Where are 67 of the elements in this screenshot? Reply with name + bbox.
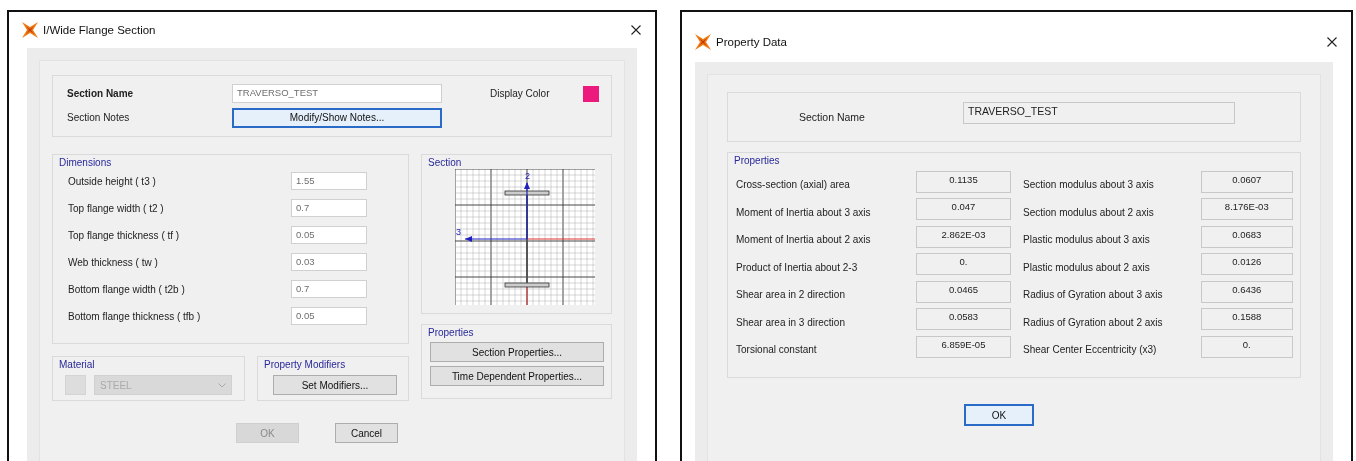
value-field: 0.1588 xyxy=(1200,308,1293,331)
button[interactable]: Time Dependent Properties... xyxy=(430,366,604,386)
label: Shear area in 2 direction xyxy=(736,288,846,301)
label: Shear Center Eccentricity (x3) xyxy=(1023,343,1158,356)
label: Top flange width ( t2 ) xyxy=(68,202,165,214)
label: Product of Inertia about 2-3 xyxy=(736,260,859,273)
value-field: 0.047 xyxy=(916,198,1011,221)
label: Web thickness ( tw ) xyxy=(68,256,159,268)
value-field: 0.6436 xyxy=(1200,280,1293,303)
label: Cross-section (axial) area xyxy=(736,178,851,191)
button[interactable]: Section Properties... xyxy=(430,342,604,362)
value-field: 0.1135 xyxy=(916,170,1011,193)
value-field: 2.862E-03 xyxy=(916,225,1011,248)
label: Moment of Inertia about 2 axis xyxy=(736,233,872,246)
label: Section modulus about 2 axis xyxy=(1023,205,1155,218)
close-icon[interactable] xyxy=(631,25,641,35)
app-logo-icon xyxy=(21,21,39,39)
label: Bottom flange thickness ( tfb ) xyxy=(68,310,202,322)
label: Outside height ( t3 ) xyxy=(68,175,157,187)
label: Top flange thickness ( tf ) xyxy=(68,229,181,241)
button[interactable]: Modify/Show Notes... xyxy=(232,107,442,128)
axis-label: 2 xyxy=(525,171,530,181)
window-title: I/Wide Flange Section xyxy=(43,24,156,36)
window-title: Property Data xyxy=(716,36,787,48)
value-field: 0. xyxy=(1200,335,1293,358)
button[interactable]: Cancel xyxy=(335,423,398,443)
label: Section modulus about 3 axis xyxy=(1023,178,1155,191)
axis-label: 3 xyxy=(456,227,461,237)
label: Section Notes xyxy=(67,112,131,124)
group-title: Properties xyxy=(427,326,474,338)
value-field: 0.0607 xyxy=(1200,170,1293,193)
value-field: 6.859E-05 xyxy=(916,335,1011,358)
label: Radius of Gyration about 3 axis xyxy=(1023,288,1164,301)
label: Plastic modulus about 2 axis xyxy=(1023,260,1151,273)
group-title: Properties xyxy=(733,154,781,166)
text-field[interactable]: 0.7 xyxy=(291,199,367,217)
text-field[interactable]: TRAVERSO_TEST xyxy=(232,84,442,104)
label: Plastic modulus about 3 axis xyxy=(1023,233,1151,246)
value-field: 0.0465 xyxy=(916,280,1011,303)
group-title: Dimensions xyxy=(58,156,113,168)
group-title: Material xyxy=(58,358,96,370)
label: Moment of Inertia about 3 axis xyxy=(736,205,872,218)
label: Section Name xyxy=(799,111,866,123)
text-field[interactable]: 1.55 xyxy=(291,172,367,190)
value-field: 0.0683 xyxy=(1200,225,1293,248)
button[interactable]: OK xyxy=(964,404,1034,426)
label: Shear area in 3 direction xyxy=(736,315,846,328)
value-field: 0. xyxy=(916,253,1011,276)
label: Bottom flange width ( t2b ) xyxy=(68,283,186,295)
label: Radius of Gyration about 2 axis xyxy=(1023,315,1164,328)
value-field: 8.176E-03 xyxy=(1200,198,1293,221)
text-field[interactable]: 0.05 xyxy=(291,307,367,325)
close-icon[interactable] xyxy=(1327,37,1337,47)
text-field[interactable]: 0.05 xyxy=(291,226,367,244)
label: Display Color xyxy=(490,88,551,100)
button[interactable]: Set Modifiers... xyxy=(273,375,397,395)
value-field: 0.0583 xyxy=(916,308,1011,331)
color-swatch[interactable] xyxy=(583,85,599,102)
text-field[interactable]: 0.7 xyxy=(291,280,367,298)
group-title: Property Modifiers xyxy=(263,358,347,370)
app-logo-icon xyxy=(694,33,712,51)
caret-icon xyxy=(218,382,226,388)
group-title: Section xyxy=(427,156,463,168)
label: Torsional constant xyxy=(736,343,818,356)
value-field: 0.0126 xyxy=(1200,253,1293,276)
label: Section Name xyxy=(67,88,135,100)
text-field[interactable]: 0.03 xyxy=(291,253,367,271)
